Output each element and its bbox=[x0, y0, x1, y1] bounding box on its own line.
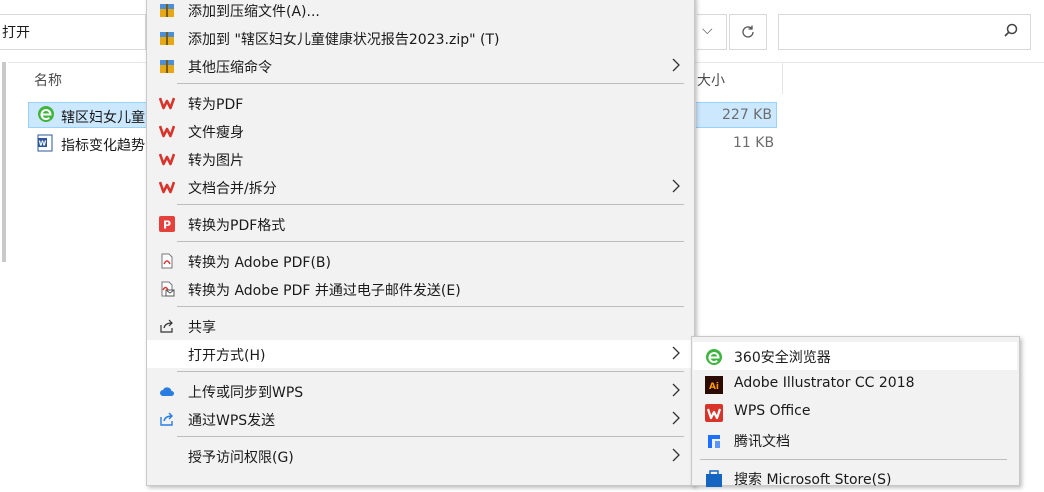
menu-item-label: 共享 bbox=[188, 320, 216, 336]
menu-item-merge-split[interactable]: 文档合并/拆分 bbox=[147, 173, 693, 201]
menu-item-label: 通过WPS发送 bbox=[188, 413, 276, 429]
illustrator-icon: Ai bbox=[705, 376, 723, 394]
wps-icon bbox=[705, 404, 723, 422]
column-header-name[interactable]: 名称 bbox=[34, 70, 62, 90]
svg-text:P: P bbox=[163, 219, 171, 232]
open-with-tencent-docs[interactable]: 腾讯文档 bbox=[693, 426, 1017, 454]
menu-item-label: 转换为 Adobe PDF(B) bbox=[188, 255, 331, 271]
search-icon[interactable] bbox=[1002, 22, 1020, 40]
menu-separator bbox=[177, 204, 684, 205]
menu-separator bbox=[177, 241, 684, 242]
refresh-button[interactable] bbox=[729, 14, 767, 50]
file-name[interactable]: 指标变化趋势 bbox=[61, 135, 145, 155]
chevron-right-icon bbox=[672, 383, 680, 397]
search-input[interactable] bbox=[778, 14, 1031, 50]
menu-item-label: 转为图片 bbox=[188, 153, 244, 169]
pdf-convert-icon: P bbox=[159, 216, 175, 232]
wps-icon bbox=[159, 125, 175, 138]
file-size: 227 KB bbox=[722, 107, 772, 123]
tencent-docs-icon bbox=[708, 435, 720, 448]
menu-item-slim-file[interactable]: 文件瘦身 bbox=[147, 117, 693, 145]
refresh-icon bbox=[742, 25, 754, 38]
menu-item-open-with[interactable]: 打开方式(H) bbox=[147, 340, 693, 368]
file-size: 11 KB bbox=[733, 135, 775, 151]
menu-item-label: 转为PDF bbox=[188, 97, 244, 113]
submenu-item-label: Adobe Illustrator CC 2018 bbox=[734, 375, 915, 391]
chevron-down-icon[interactable]: ⌵ bbox=[702, 22, 713, 38]
share-icon bbox=[160, 319, 173, 333]
adobe-pdf-icon bbox=[161, 253, 173, 269]
360-browser-icon bbox=[38, 106, 54, 122]
chevron-right-icon bbox=[672, 448, 680, 462]
menu-item-to-pdf[interactable]: 转为PDF bbox=[147, 89, 693, 117]
menu-item-share[interactable]: 共享 bbox=[147, 312, 693, 340]
chevron-right-icon bbox=[672, 411, 680, 425]
cloud-icon bbox=[160, 387, 174, 396]
archive-icon bbox=[160, 4, 174, 17]
menu-separator bbox=[177, 436, 684, 437]
menu-item-add-to-zip[interactable]: 添加到 "辖区妇女儿童健康状况报告2023.zip" (T) bbox=[147, 24, 693, 52]
menu-item-label: 添加到 "辖区妇女儿童健康状况报告2023.zip" (T) bbox=[188, 32, 500, 48]
menu-item-label: 添加到压缩文件(A)... bbox=[188, 4, 320, 20]
menu-item-grant-access[interactable]: 授予访问权限(G) bbox=[147, 442, 693, 470]
wps-icon bbox=[159, 181, 175, 194]
menu-item-convert-pdf-format[interactable]: P 转换为PDF格式 bbox=[147, 210, 693, 238]
submenu-item-label: 360安全浏览器 bbox=[734, 350, 831, 366]
wps-icon bbox=[159, 97, 175, 110]
menu-item-adobe-pdf-email[interactable]: 转换为 Adobe PDF 并通过电子邮件发送(E) bbox=[147, 275, 693, 303]
menu-item-add-to-archive[interactable]: 添加到压缩文件(A)... bbox=[147, 0, 693, 24]
menu-item-adobe-pdf[interactable]: 转换为 Adobe PDF(B) bbox=[147, 247, 693, 275]
adobe-pdf-mail-icon bbox=[161, 281, 175, 297]
store-icon bbox=[706, 470, 722, 487]
menu-item-label: 转换为PDF格式 bbox=[188, 218, 286, 234]
column-divider bbox=[782, 62, 783, 94]
chevron-right-icon bbox=[672, 179, 680, 193]
archive-icon bbox=[160, 60, 174, 73]
menu-item-label: 打开方式(H) bbox=[188, 348, 266, 364]
open-with-wps-office[interactable]: WPS Office bbox=[693, 398, 1017, 426]
open-with-360-browser[interactable]: 360安全浏览器 bbox=[693, 342, 1017, 370]
submenu-separator bbox=[700, 459, 1007, 460]
menu-item-label: 转换为 Adobe PDF 并通过电子邮件发送(E) bbox=[188, 283, 461, 299]
submenu-item-label: WPS Office bbox=[734, 403, 811, 419]
svg-text:Ai: Ai bbox=[709, 382, 719, 392]
360-browser-icon bbox=[706, 349, 722, 365]
open-with-search-store[interactable]: 搜索 Microsoft Store(S) bbox=[693, 464, 1017, 492]
word-doc-icon: W bbox=[37, 134, 53, 152]
menu-item-label: 文档合并/拆分 bbox=[188, 181, 277, 197]
archive-icon bbox=[160, 32, 174, 45]
wps-icon bbox=[159, 153, 175, 166]
menu-item-other-compress[interactable]: 其他压缩命令 bbox=[147, 52, 693, 80]
submenu-item-label: 腾讯文档 bbox=[734, 434, 790, 450]
scrollbar[interactable] bbox=[2, 62, 6, 262]
menu-item-label: 文件瘦身 bbox=[188, 125, 244, 141]
open-with-illustrator[interactable]: Ai Adobe Illustrator CC 2018 bbox=[693, 370, 1017, 398]
menu-separator bbox=[177, 83, 684, 84]
menu-separator bbox=[177, 371, 684, 372]
chevron-right-icon bbox=[672, 346, 680, 360]
send-icon bbox=[160, 412, 173, 426]
menu-item-label: 授予访问权限(G) bbox=[188, 450, 294, 466]
menu-separator bbox=[177, 306, 684, 307]
address-text: 打开 bbox=[2, 25, 30, 41]
file-name[interactable]: 辖区妇女儿童 bbox=[61, 107, 145, 127]
column-header-size[interactable]: 大小 bbox=[697, 70, 725, 90]
menu-item-label: 其他压缩命令 bbox=[188, 60, 272, 76]
menu-item-label: 上传或同步到WPS bbox=[188, 385, 304, 401]
chevron-right-icon bbox=[672, 58, 680, 72]
menu-item-send-wps[interactable]: 通过WPS发送 bbox=[147, 405, 693, 433]
svg-text:W: W bbox=[39, 140, 47, 148]
menu-item-to-image[interactable]: 转为图片 bbox=[147, 145, 693, 173]
submenu-item-label: 搜索 Microsoft Store(S) bbox=[734, 472, 892, 488]
menu-item-upload-wps[interactable]: 上传或同步到WPS bbox=[147, 377, 693, 405]
